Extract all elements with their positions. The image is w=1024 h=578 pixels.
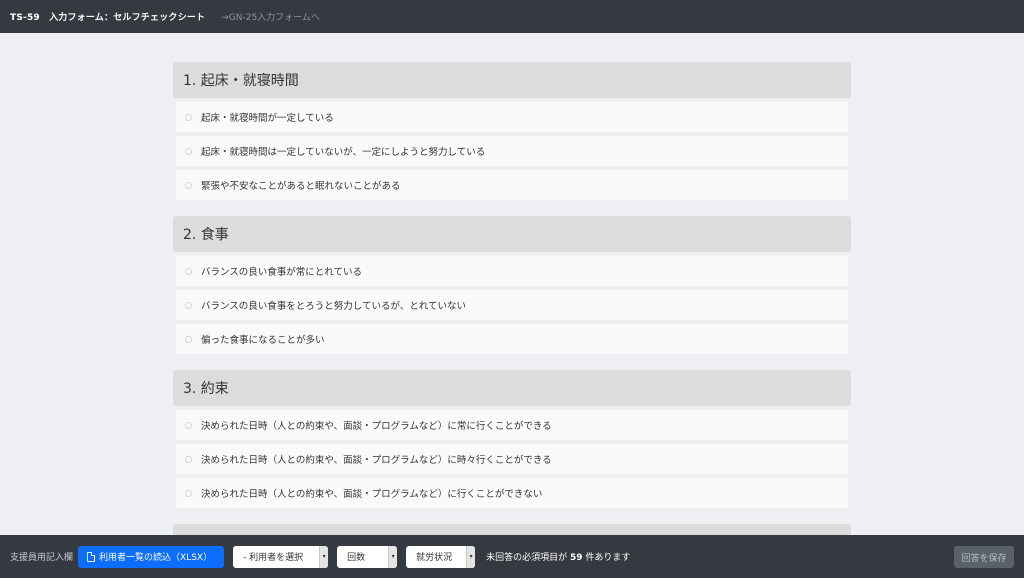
- option-label: 緊張や不安なことがあると眠れないことがある: [201, 181, 401, 192]
- radio-button[interactable]: [185, 113, 192, 121]
- import-xlsx-button[interactable]: 利用者一覧の読込（XLSX）: [78, 545, 225, 568]
- form-content: 1. 起床・就寝時間 起床・就寝時間が一定している 起床・就寝時間は一定していな…: [173, 33, 851, 535]
- count-select-value: 回数: [347, 553, 366, 563]
- save-answers-button[interactable]: 回答を保存: [954, 546, 1014, 568]
- option-label: バランスの良い食事をとろうと努力しているが、とれていない: [201, 301, 467, 312]
- page-title: TS-59 入力フォーム：セルフチェックシート: [10, 13, 206, 23]
- option-item[interactable]: 決められた日時（人との約束や、面談・プログラムなど）に行くことができない: [176, 478, 848, 508]
- user-select-value: - 利用者を選択: [243, 553, 304, 563]
- section-appointments: 3. 約束 決められた日時（人との約束や、面談・プログラムなど）に常に行くことが…: [173, 370, 851, 508]
- chevron-down-icon: ▾: [319, 545, 329, 568]
- option-item[interactable]: 起床・就寝時間が一定している: [176, 102, 848, 132]
- unanswered-count: 59: [569, 553, 583, 563]
- user-select[interactable]: - 利用者を選択 ▾: [233, 545, 329, 568]
- radio-button[interactable]: [185, 421, 192, 429]
- option-item[interactable]: 決められた日時（人との約束や、面談・プログラムなど）に時々行くことができる: [176, 444, 848, 474]
- option-label: 起床・就寝時間は一定していないが、一定にしようと努力している: [201, 147, 486, 158]
- option-item[interactable]: バランスの良い食事をとろうと努力しているが、とれていない: [176, 290, 848, 320]
- unanswered-status: 未回答の必須項目が 59 件あります: [486, 550, 630, 563]
- option-item[interactable]: 偏った食事になることが多い: [176, 324, 848, 354]
- section-wake-sleep: 1. 起床・就寝時間 起床・就寝時間が一定している 起床・就寝時間は一定していな…: [173, 62, 851, 200]
- option-label: 決められた日時（人との約束や、面談・プログラムなど）に常に行くことができる: [201, 421, 552, 432]
- option-item[interactable]: 決められた日時（人との約束や、面談・プログラムなど）に常に行くことができる: [176, 410, 848, 440]
- option-label: 決められた日時（人との約束や、面談・プログラムなど）に行くことができない: [201, 489, 543, 500]
- count-select[interactable]: 回数 ▾: [337, 545, 398, 568]
- section-title: 2. 食事: [173, 216, 851, 252]
- option-label: バランスの良い食事が常にとれている: [201, 267, 363, 278]
- bottom-toolbar: 支援員用記入欄 利用者一覧の読込（XLSX） - 利用者を選択 ▾ 回数 ▾ 就…: [0, 535, 1024, 578]
- option-label: 偏った食事になることが多い: [201, 335, 325, 346]
- top-navbar: TS-59 入力フォーム：セルフチェックシート →GN-25入力フォームへ: [0, 0, 1024, 33]
- section-meals: 2. 食事 バランスの良い食事が常にとれている バランスの良い食事をとろうと努力…: [173, 216, 851, 354]
- section-next-partial: [173, 524, 851, 535]
- chevron-down-icon: ▾: [388, 545, 398, 568]
- employment-status-select[interactable]: 就労状況 ▾: [406, 545, 476, 568]
- radio-button[interactable]: [185, 489, 192, 497]
- radio-button[interactable]: [185, 181, 192, 189]
- chevron-down-icon: ▾: [466, 545, 476, 568]
- option-label: 決められた日時（人との約束や、面談・プログラムなど）に時々行くことができる: [201, 455, 552, 466]
- option-item[interactable]: 緊張や不安なことがあると眠れないことがある: [176, 170, 848, 200]
- unanswered-suffix: 件あります: [585, 553, 631, 563]
- staff-entry-label: 支援員用記入欄: [10, 553, 74, 563]
- file-icon: [87, 551, 96, 562]
- radio-button[interactable]: [185, 301, 192, 309]
- gn25-form-link[interactable]: →GN-25入力フォームへ: [221, 10, 320, 23]
- unanswered-prefix: 未回答の必須項目が: [486, 553, 568, 563]
- option-label: 起床・就寝時間が一定している: [201, 113, 334, 124]
- radio-button[interactable]: [185, 267, 192, 275]
- section-title: 3. 約束: [173, 370, 851, 406]
- section-title: [173, 524, 851, 535]
- import-button-label: 利用者一覧の読込（XLSX）: [99, 553, 213, 563]
- radio-button[interactable]: [185, 335, 192, 343]
- section-title: 1. 起床・就寝時間: [173, 62, 851, 98]
- status-select-value: 就労状況: [416, 553, 453, 563]
- option-item[interactable]: バランスの良い食事が常にとれている: [176, 256, 848, 286]
- radio-button[interactable]: [185, 455, 192, 463]
- option-item[interactable]: 起床・就寝時間は一定していないが、一定にしようと努力している: [176, 136, 848, 166]
- radio-button[interactable]: [185, 147, 192, 155]
